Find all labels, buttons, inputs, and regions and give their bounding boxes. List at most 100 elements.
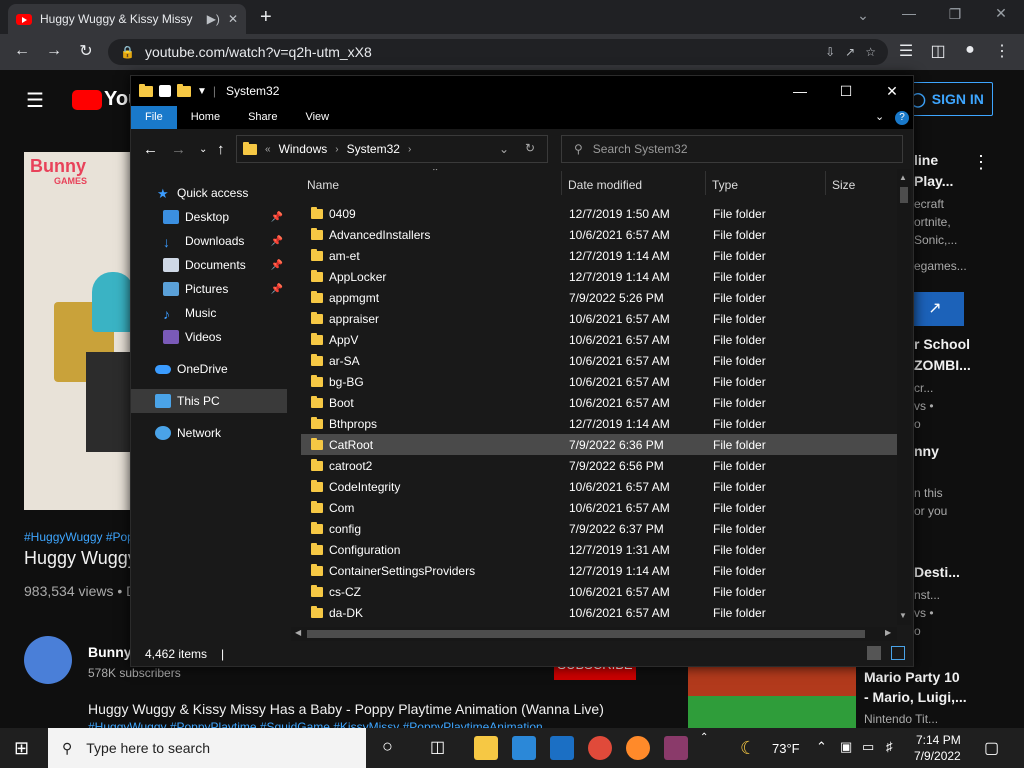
external-link-icon[interactable]: ↗ (906, 292, 964, 326)
column-divider[interactable] (825, 171, 826, 195)
file-row[interactable]: am-et 12/7/2019 1:14 AM File folder (301, 245, 897, 266)
minimize-icon[interactable]: — (777, 76, 823, 106)
search-field[interactable]: ⚲ Search System32 (561, 135, 903, 163)
file-row[interactable]: Boot 10/6/2021 6:57 AM File folder (301, 392, 897, 413)
maximize-icon[interactable]: ☐ (823, 76, 869, 106)
file-row[interactable]: AppLocker 12/7/2019 1:14 AM File folder (301, 266, 897, 287)
audio-playing-icon[interactable]: ▶) (207, 12, 220, 26)
back-icon[interactable]: ← (143, 141, 158, 158)
new-folder-icon[interactable] (177, 83, 191, 97)
file-row[interactable]: catroot2 7/9/2022 6:56 PM File folder (301, 455, 897, 476)
breadcrumb-separator-icon[interactable]: › (408, 144, 411, 155)
tab-search-icon[interactable]: ⌄ (840, 7, 886, 24)
url-text[interactable]: youtube.com/watch?v=q2h-utm_xX8 (145, 44, 815, 60)
column-name[interactable]: Name (307, 178, 339, 192)
channel-name[interactable]: Bunny (88, 644, 132, 660)
horizontal-scrollbar[interactable]: ◀ ▶ (291, 627, 897, 641)
file-row[interactable]: AppV 10/6/2021 6:57 AM File folder (301, 329, 897, 350)
chrome-menu-icon[interactable]: ⋮ (988, 41, 1016, 61)
bookmark-star-icon[interactable]: ☆ (865, 45, 876, 59)
explorer-title-bar[interactable]: ▼ | System32 — ☐ ✕ (131, 76, 913, 106)
refresh-icon[interactable]: ↻ (525, 141, 535, 155)
nav-quick-access[interactable]: ★ Quick access (131, 181, 287, 205)
restore-browser-icon[interactable]: ❐ (932, 6, 978, 23)
pin-icon[interactable]: 📌 (271, 284, 283, 295)
side-panel-icon[interactable]: ◫ (924, 41, 952, 61)
file-row[interactable]: appmgmt 7/9/2022 5:26 PM File folder (301, 287, 897, 308)
file-row[interactable]: Bthprops 12/7/2019 1:14 AM File folder (301, 413, 897, 434)
file-row[interactable]: config 7/9/2022 6:37 PM File folder (301, 518, 897, 539)
nav-network[interactable]: Network (131, 421, 287, 445)
nav-desktop[interactable]: Desktop 📌 (131, 205, 287, 229)
nav-music[interactable]: ♪ Music (131, 301, 287, 325)
rec-2-title[interactable]: r School (914, 336, 970, 352)
video-player[interactable]: Bunny GAMES (24, 152, 134, 510)
forward-icon[interactable]: → (171, 141, 186, 158)
hidden-icons-chevron-icon[interactable]: ⌃ (816, 739, 827, 755)
network-tray-icon[interactable]: ▭ (862, 739, 874, 755)
mario-party-thumbnail[interactable] (688, 666, 856, 728)
browser-tab[interactable]: Huggy Wuggy & Kissy Missy ▶) ✕ (8, 4, 246, 34)
scroll-right-icon[interactable]: ▶ (885, 628, 891, 637)
new-tab-button[interactable]: + (260, 6, 272, 29)
minimize-browser-icon[interactable]: — (886, 5, 932, 21)
share-icon[interactable]: ↗ (845, 45, 855, 59)
nav-pictures[interactable]: Pictures 📌 (131, 277, 287, 301)
rec-1-title-2[interactable]: Play... (914, 173, 953, 189)
file-row[interactable]: ContainerSettingsProviders 12/7/2019 1:14… (301, 560, 897, 581)
reload-icon[interactable]: ↻ (72, 41, 100, 61)
column-divider[interactable] (705, 171, 706, 195)
column-divider[interactable] (561, 171, 562, 195)
more-options-icon[interactable]: ⋮ (972, 152, 990, 173)
file-row[interactable]: ar-SA 10/6/2021 6:57 AM File folder (301, 350, 897, 371)
store-icon[interactable] (512, 736, 536, 760)
forward-icon[interactable]: → (40, 42, 68, 60)
file-row[interactable]: CatRoot 7/9/2022 6:36 PM File folder (301, 434, 897, 455)
close-browser-icon[interactable]: ✕ (978, 5, 1024, 22)
pin-icon[interactable]: 📌 (271, 212, 283, 223)
recent-locations-icon[interactable]: ⌄ (199, 144, 207, 155)
file-row[interactable]: 0409 12/7/2019 1:50 AM File folder (301, 203, 897, 224)
expand-ribbon-icon[interactable]: ⌄ (875, 110, 884, 123)
up-icon[interactable]: ↑ (217, 141, 225, 158)
rec-1-title[interactable]: line (914, 152, 938, 168)
scroll-up-icon[interactable]: ▲ (899, 173, 907, 182)
rec-5-title[interactable]: Mario Party 10 (864, 669, 960, 685)
channel-avatar[interactable] (24, 636, 72, 684)
properties-icon[interactable] (159, 85, 171, 97)
nav-videos[interactable]: Videos (131, 325, 287, 349)
details-view-icon[interactable] (867, 646, 881, 660)
scrollbar-thumb[interactable] (900, 187, 908, 203)
weather-moon-icon[interactable]: ☾ (740, 738, 756, 759)
overflow-chevron-icon[interactable]: « (265, 144, 271, 155)
taskbar-search[interactable]: ⚲ Type here to search (48, 728, 366, 768)
tab-share[interactable]: Share (234, 106, 291, 129)
clock-time[interactable]: 7:14 PM (916, 733, 961, 747)
nav-downloads[interactable]: ↓ Downloads 📌 (131, 229, 287, 253)
firefox-icon[interactable] (626, 736, 650, 760)
winrar-icon[interactable] (664, 736, 688, 760)
file-row[interactable]: Configuration 12/7/2019 1:31 AM File folde… (301, 539, 897, 560)
nav-this-pc[interactable]: This PC (131, 389, 287, 413)
windows-start-icon[interactable]: ⊞ (14, 738, 29, 759)
file-row[interactable]: AdvancedInstallers 10/6/2021 6:57 AM File … (301, 224, 897, 245)
customize-toolbar-icon[interactable]: ▼ (197, 86, 207, 97)
chrome-icon[interactable] (588, 736, 612, 760)
weather-temp[interactable]: 73°F (772, 741, 800, 756)
notifications-icon[interactable]: ▢ (984, 738, 999, 758)
hscroll-thumb[interactable] (307, 630, 865, 638)
column-size[interactable]: Size (832, 178, 855, 192)
tab-file[interactable]: File (131, 106, 177, 129)
lock-icon[interactable]: 🔒 (120, 45, 135, 59)
address-field[interactable]: « Windows › System32 › ⌄ ↻ (236, 135, 548, 163)
back-icon[interactable]: ← (8, 42, 36, 60)
file-row[interactable]: bg-BG 10/6/2021 6:57 AM File folder (301, 371, 897, 392)
scroll-left-icon[interactable]: ◀ (295, 628, 301, 637)
cortana-icon[interactable]: ○ (382, 736, 393, 757)
breadcrumb-separator-icon[interactable]: › (335, 144, 338, 155)
volume-icon[interactable]: ♯ (886, 739, 893, 754)
taskbar-overflow-icon[interactable]: ⌃ (700, 732, 708, 743)
rec-2-title-2[interactable]: ZOMBI... (914, 357, 971, 373)
help-icon[interactable]: ? (895, 111, 909, 125)
file-row[interactable]: Com 10/6/2021 6:57 AM File folder (301, 497, 897, 518)
